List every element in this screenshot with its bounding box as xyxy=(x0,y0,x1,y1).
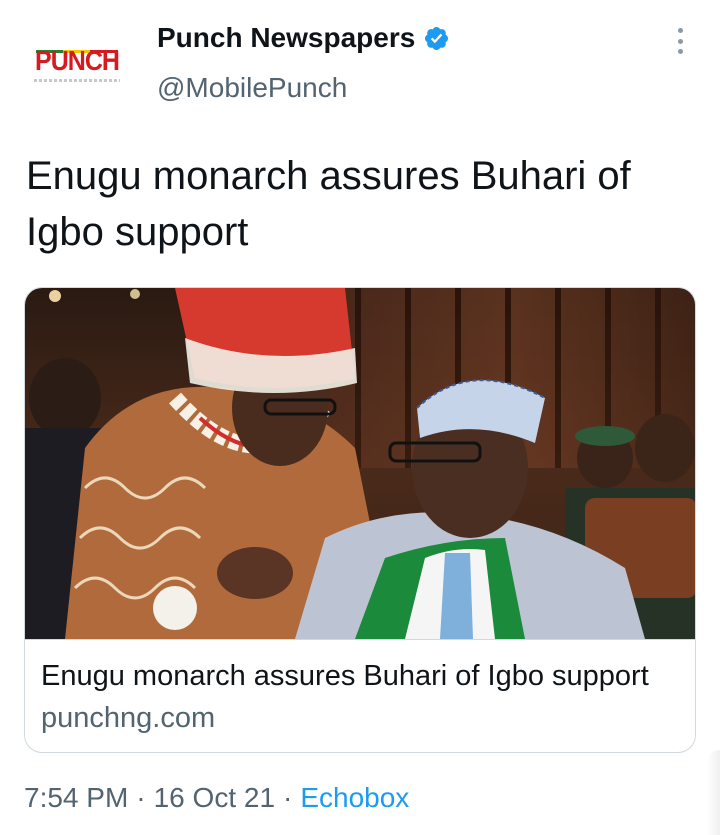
link-card[interactable]: Enugu monarch assures Buhari of Igbo sup… xyxy=(24,287,696,753)
separator: · xyxy=(136,782,146,813)
tweet-date[interactable]: 16 Oct 21 xyxy=(154,782,275,814)
tweet-time[interactable]: 7:54 PM xyxy=(24,782,128,814)
author-name-row: Punch Newspapers xyxy=(157,22,450,54)
card-domain: punchng.com xyxy=(41,702,216,734)
tweet-source-link[interactable]: Echobox xyxy=(300,782,409,814)
edge-shadow xyxy=(706,750,720,835)
verified-badge-icon xyxy=(425,26,449,50)
more-dot xyxy=(677,38,683,44)
punch-logo: PUNCH xyxy=(35,45,120,76)
separator: · xyxy=(283,782,293,813)
more-options-button[interactable] xyxy=(668,26,692,56)
handle[interactable]: @MobilePunch xyxy=(157,72,347,104)
more-dot xyxy=(677,49,683,54)
tweet-footer: 7:54 PM · 16 Oct 21 · Echobox xyxy=(24,782,409,814)
card-title[interactable]: Enugu monarch assures Buhari of Igbo sup… xyxy=(41,660,649,693)
more-vertical-icon xyxy=(677,28,683,33)
tweet: PUNCH Punch Newspapers @MobilePunch Enug… xyxy=(0,0,720,835)
avatar[interactable]: PUNCH xyxy=(22,22,132,108)
display-name[interactable]: Punch Newspapers xyxy=(157,22,415,54)
logo-tagline xyxy=(34,78,120,82)
card-image[interactable] xyxy=(25,288,696,639)
card-meta: Enugu monarch assures Buhari of Igbo sup… xyxy=(25,639,695,752)
tweet-text: Enugu monarch assures Buhari of Igbo sup… xyxy=(26,154,631,254)
